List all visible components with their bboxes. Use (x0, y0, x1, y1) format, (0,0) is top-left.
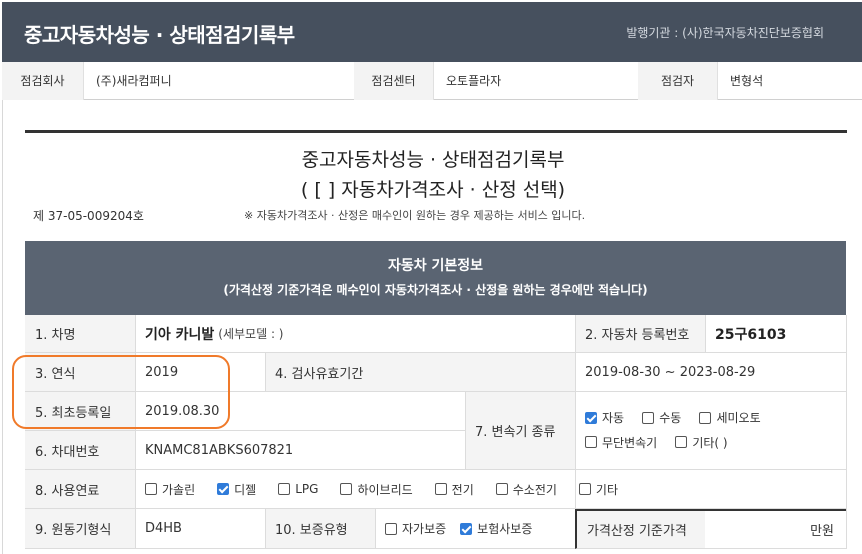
option-label: 자동 (602, 411, 625, 425)
checkbox-icon[interactable] (642, 411, 655, 424)
checkbox-icon[interactable] (278, 483, 291, 495)
column-divider (705, 315, 706, 353)
option-label: 기타 (595, 482, 619, 497)
section-subtitle: (가격산정 기준가격은 매수인이 자동차가격조사 · 산정을 원하는 경우에만 … (223, 283, 648, 297)
reg-no-value: 25구6103 (705, 315, 846, 353)
warranty-label: 10. 보증유형 (265, 509, 375, 549)
transmission-option-manual[interactable]: 수동 (642, 409, 681, 426)
fuel-option-other[interactable]: 기타 (578, 481, 619, 498)
warranty-options: 자가보증 보험사보증 (375, 509, 575, 549)
checkbox-icon[interactable] (434, 483, 447, 495)
column-divider (265, 509, 266, 549)
transmission-line-1: 자동 수동 세미오토 (585, 409, 775, 428)
fuel-option-hydrogen[interactable]: 수소전기 (495, 481, 557, 498)
option-label: 디젤 (234, 482, 257, 497)
vin-label: 6. 차대번호 (25, 431, 135, 470)
option-label: 전기 (451, 482, 474, 497)
section-title: 자동차 기본정보 (387, 258, 484, 274)
checkbox-checked-icon[interactable] (460, 522, 473, 535)
option-label: 보험사보증 (477, 522, 533, 536)
fuel-option-lpg[interactable]: LPG (278, 482, 318, 496)
car-name-value: 기아 카니발 (145, 326, 215, 343)
highlight-oval (12, 355, 230, 429)
option-label: 세미오토 (716, 411, 761, 425)
transmission-options: 자동 수동 세미오토 무단변속기 기타( ) (575, 392, 846, 470)
column-divider (265, 353, 266, 392)
center-label: 점검센터 (354, 62, 434, 100)
header-title: 중고자동차성능 · 상태점검기록부 (24, 23, 295, 47)
option-label: LPG (295, 482, 319, 496)
column-divider (575, 315, 576, 509)
checkbox-icon[interactable] (585, 436, 597, 448)
column-divider (375, 509, 376, 549)
checkbox-checked-icon[interactable] (585, 411, 597, 424)
vin-value: KNAMC81ABKS607821 (135, 431, 465, 470)
document-number: 제 37-05-009204호 (33, 209, 144, 223)
page-header: 중고자동차성능 · 상태점검기록부 발행기관 : (사)한국자동차진단보증협회 (2, 2, 862, 62)
warranty-option-insurance[interactable]: 보험사보증 (460, 520, 532, 537)
issuer-text: 발행기관 : (사)한국자동차진단보증협회 (626, 26, 824, 40)
checkbox-icon[interactable] (578, 483, 591, 495)
engine-value: D4HB (135, 509, 265, 549)
top-rule (25, 130, 847, 133)
car-name-sub: (세부모델 : ) (218, 327, 284, 341)
engine-label: 9. 원동기형식 (25, 509, 135, 549)
warranty-option-self[interactable]: 자가보증 (385, 520, 446, 537)
option-label: 하이브리드 (357, 482, 413, 497)
option-label: 무단변속기 (602, 435, 658, 450)
fuel-options: 가솔린 디젤 LPG 하이브리드 전기 수소전기 기타 (135, 470, 846, 509)
company-value: (주)새라컴퍼니 (96, 74, 172, 88)
checkbox-icon[interactable] (145, 483, 157, 495)
option-label: 수소전기 (512, 482, 557, 497)
column-divider (465, 392, 466, 470)
transmission-option-cvt[interactable]: 무단변속기 (585, 434, 657, 451)
option-label: 가솔린 (162, 482, 196, 497)
fuel-label: 8. 사용연료 (25, 470, 135, 509)
document-title: 중고자동차성능 · 상태점검기록부 (301, 149, 565, 171)
checkbox-icon[interactable] (385, 522, 397, 535)
checkbox-checked-icon[interactable] (217, 483, 230, 495)
checkbox-icon[interactable] (495, 483, 508, 495)
center-value: 오토플라자 (446, 74, 502, 88)
transmission-option-semi-auto[interactable]: 세미오토 (699, 409, 761, 426)
document-note: ※ 자동차가격조사 · 산정은 매수인이 원하는 경우 제공하는 서비스 입니다… (244, 209, 586, 222)
price-label: 가격산정 기준가격 (575, 509, 705, 549)
car-name-cell: 기아 카니발 (세부모델 : ) (135, 315, 575, 353)
fuel-option-hybrid[interactable]: 하이브리드 (340, 481, 413, 498)
fuel-option-electric[interactable]: 전기 (434, 481, 474, 498)
reg-no-label: 2. 자동차 등록번호 (575, 315, 705, 353)
inspector-label: 점검자 (638, 62, 718, 100)
option-label: 자가보증 (402, 522, 447, 536)
option-label: 수동 (659, 411, 682, 425)
document-subtitle: ( [ ] 자동차가격조사 · 산정 선택) (300, 179, 566, 201)
company-label: 점검회사 (2, 62, 84, 100)
car-name-label: 1. 차명 (25, 315, 135, 353)
inspection-info-row: 점검회사 (주)새라컴퍼니 점검센터 오토플라자 점검자 변형석 (2, 62, 862, 100)
price-unit: 만원 (705, 509, 846, 549)
valid-label: 4. 검사유효기간 (265, 353, 575, 392)
column-divider (135, 315, 136, 549)
checkbox-icon[interactable] (675, 436, 688, 448)
valid-value: 2019-08-30 ~ 2023-08-29 (575, 353, 846, 392)
checkbox-icon[interactable] (699, 411, 712, 424)
transmission-option-other[interactable]: 기타( ) (675, 434, 728, 451)
table-right-border (846, 315, 847, 549)
checkbox-icon[interactable] (340, 483, 353, 495)
fuel-option-diesel[interactable]: 디젤 (217, 481, 256, 498)
transmission-line-2: 무단변속기 기타( ) (585, 434, 742, 453)
inspector-value: 변형석 (730, 74, 764, 88)
section-banner: 자동차 기본정보 (가격산정 기준가격은 매수인이 자동차가격조사 · 산정을 … (25, 241, 846, 315)
transmission-label: 7. 변속기 종류 (465, 392, 575, 470)
option-label: 기타( ) (692, 435, 728, 450)
fuel-option-gasoline[interactable]: 가솔린 (145, 481, 195, 498)
transmission-option-auto[interactable]: 자동 (585, 409, 624, 426)
